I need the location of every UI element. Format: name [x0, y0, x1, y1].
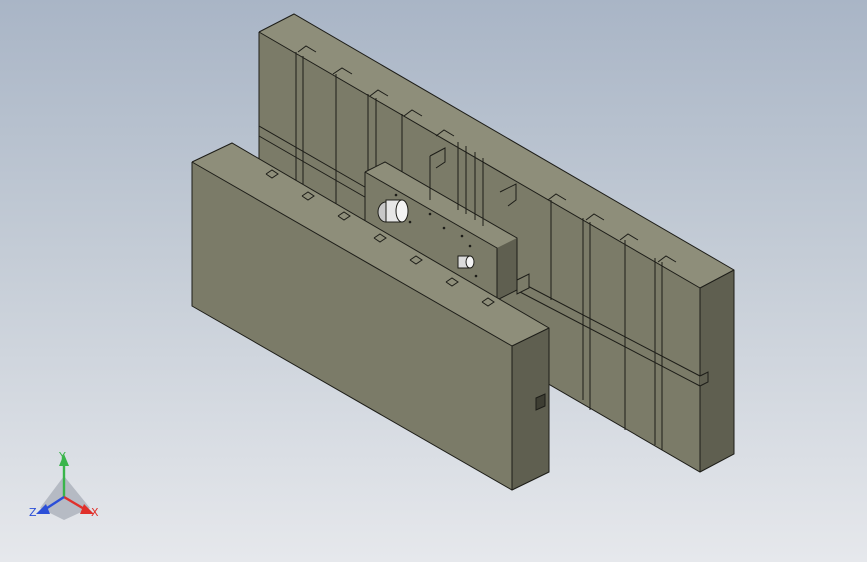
- z-axis-label: Z: [29, 506, 37, 519]
- guide-pin-large[interactable]: [377, 199, 409, 223]
- guide-pin-small[interactable]: [457, 255, 475, 269]
- cad-model-view[interactable]: Y X Z: [0, 0, 867, 562]
- view-triad[interactable]: Y X Z: [29, 450, 99, 520]
- x-axis-label: X: [91, 506, 99, 519]
- y-axis-label: Y: [58, 450, 66, 463]
- graphics-viewport[interactable]: Y X Z: [0, 0, 867, 562]
